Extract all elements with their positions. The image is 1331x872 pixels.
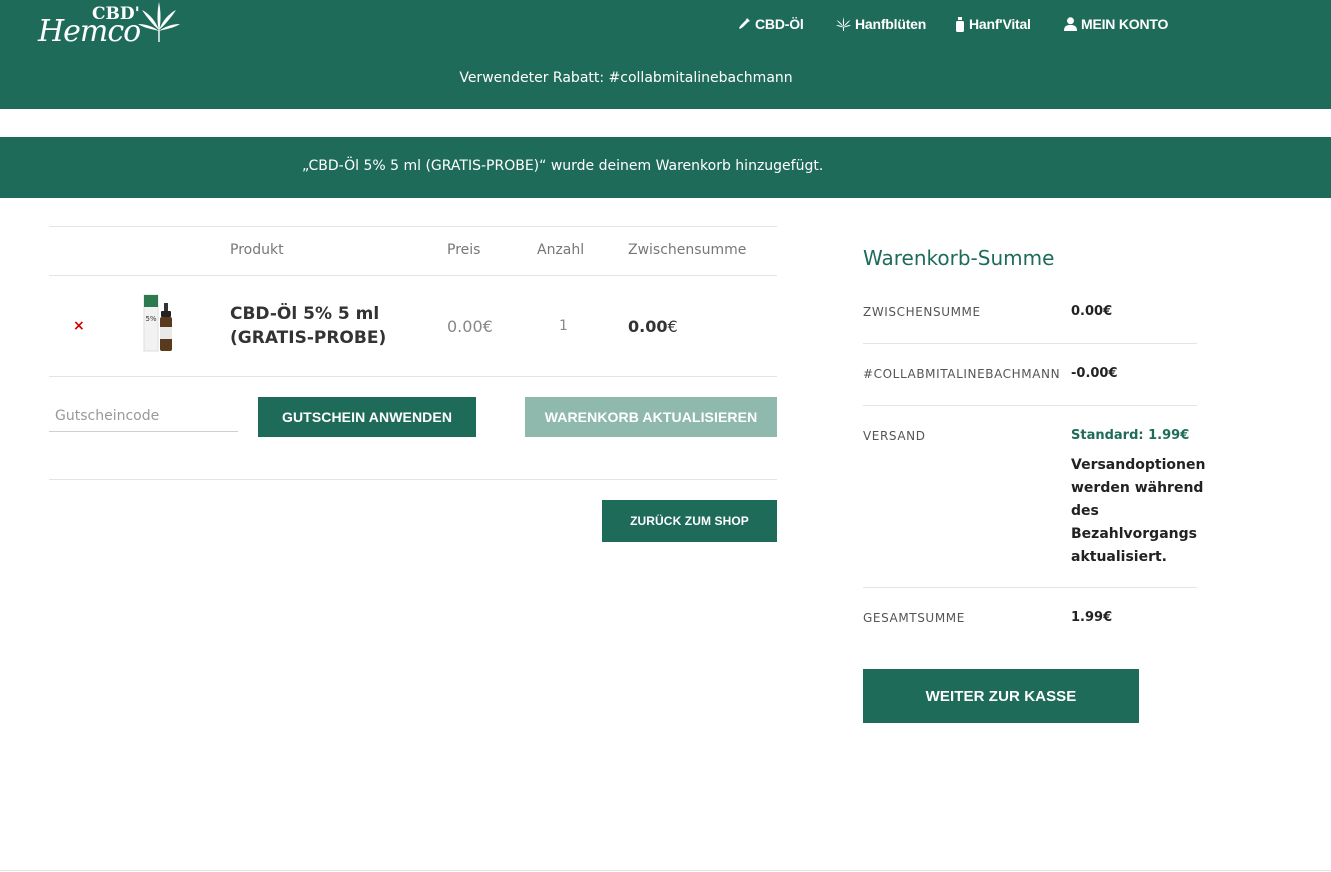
discount-notice-bar: Verwendeter Rabatt: #collabmitalinebachm… [0, 61, 1331, 109]
quantity-field[interactable]: 1 [559, 318, 568, 334]
nav-item-hanfblueten[interactable]: Hanfblüten [836, 16, 926, 32]
product-price: 0.00€ [447, 317, 493, 336]
coupon-value: -0.00€ [1071, 366, 1118, 381]
totals-divider [863, 587, 1197, 588]
cart-notice-text: „CBD-Öl 5% 5 ml (GRATIS-PROBE)“ wurde de… [302, 158, 824, 174]
shipping-label: VERSAND [863, 429, 926, 443]
product-name-line-1: CBD-Öl 5% 5 ml [230, 304, 380, 324]
proceed-to-checkout-button[interactable]: WEITER ZUR KASSE [863, 669, 1139, 723]
shipping-note: Versandoptionen werden während des Bezah… [1071, 457, 1206, 565]
cannabis-leaf-icon [836, 17, 851, 31]
site-header: CBD' Hemco CBD-Öl Hanfblüten Hanf'Vital … [0, 0, 1331, 61]
table-top-divider [49, 226, 777, 227]
thumbnail-label: 5% [145, 315, 156, 323]
coupon-code-input[interactable] [49, 400, 238, 432]
update-cart-button[interactable]: WARENKORB AKTUALISIEREN [525, 397, 777, 437]
product-name-link[interactable]: CBD-Öl 5% 5 ml (GRATIS-PROBE) [230, 302, 430, 350]
dropper-icon [739, 18, 750, 29]
order-total-label: GESAMTSUMME [863, 611, 965, 625]
bottle-icon [956, 16, 964, 32]
column-header-product: Produkt [230, 242, 284, 258]
subtotal-value: 0.00€ [1071, 304, 1113, 319]
cart-notice-bar: „CBD-Öl 5% 5 ml (GRATIS-PROBE)“ wurde de… [0, 137, 1331, 198]
product-subtotal-currency: € [667, 317, 678, 336]
coupon-label: #COLLABMITALINEBACHMANN [863, 367, 1061, 381]
cart-totals-title: Warenkorb-Summe [863, 246, 1055, 270]
order-total-value: 1.99€ [1071, 610, 1113, 625]
totals-divider [863, 405, 1197, 406]
row-divider [49, 376, 777, 377]
discount-notice-text: Verwendeter Rabatt: #collabmitalinebachm… [459, 70, 793, 86]
column-header-price: Preis [447, 242, 481, 258]
nav-item-hanf-vital[interactable]: Hanf'Vital [955, 16, 1031, 32]
apply-coupon-button[interactable]: GUTSCHEIN ANWENDEN [258, 397, 476, 437]
remove-item-button[interactable]: × [73, 318, 85, 334]
header-divider [49, 275, 777, 276]
shipping-value: Standard: 1.99€ [1071, 428, 1190, 443]
totals-divider [863, 343, 1197, 344]
nav-item-label: CBD-Öl [755, 16, 804, 32]
main-nav: CBD-Öl Hanfblüten Hanf'Vital MEIN KONTO [0, 16, 1331, 36]
subtotal-label: ZWISCHENSUMME [863, 305, 981, 319]
nav-item-mein-konto[interactable]: MEIN KONTO [1064, 16, 1168, 32]
column-header-quantity: Anzahl [537, 242, 585, 258]
product-subtotal-amount: 0.00 [628, 317, 668, 336]
back-to-shop-button[interactable]: ZURÜCK ZUM SHOP [602, 500, 777, 542]
column-header-subtotal: Zwischensumme [628, 242, 747, 258]
nav-item-label: Hanfblüten [855, 16, 927, 32]
user-icon [1064, 17, 1077, 31]
nav-item-label: MEIN KONTO [1081, 16, 1169, 32]
footer-divider [0, 870, 1331, 871]
product-name-line-2: (GRATIS-PROBE) [230, 328, 387, 348]
product-subtotal: 0.00€ [628, 317, 678, 336]
actions-divider [49, 479, 777, 480]
nav-item-cbd-oel[interactable]: CBD-Öl [737, 16, 804, 32]
nav-item-label: Hanf'Vital [969, 16, 1031, 32]
product-thumbnail[interactable]: 5% [142, 293, 178, 355]
